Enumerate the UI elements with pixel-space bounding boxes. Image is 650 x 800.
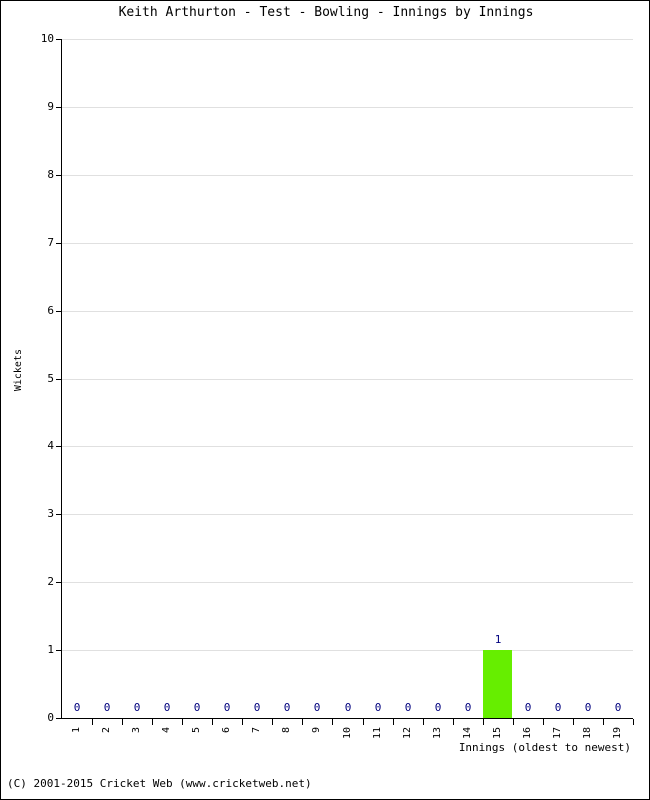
x-axis-tick: [363, 719, 364, 725]
x-axis-tick-label: 4: [161, 727, 172, 734]
gridline-y: [62, 310, 633, 312]
x-axis-tick: [453, 719, 454, 725]
y-axis-tick: [56, 514, 62, 516]
x-axis-tick: [332, 719, 333, 725]
bar-value-label: 1: [494, 633, 502, 646]
x-axis-tick-label: 15: [492, 727, 503, 740]
x-axis-tick: [152, 719, 153, 725]
x-axis-tick: [483, 719, 484, 725]
x-axis-tick: [242, 719, 243, 725]
y-axis-tick-label: 10: [40, 32, 54, 45]
gridline-y: [62, 650, 633, 652]
x-axis-tick-label: 8: [281, 727, 292, 734]
chart-image: Keith Arthurton - Test - Bowling - Innin…: [0, 0, 650, 800]
chart-title: Keith Arthurton - Test - Bowling - Innin…: [118, 5, 534, 20]
x-axis-tick-label: 13: [432, 727, 443, 740]
x-axis-tick-label: 17: [552, 727, 563, 740]
x-axis-line: [62, 718, 633, 719]
y-axis-tick-label: 7: [47, 235, 54, 249]
y-axis-tick: [56, 174, 62, 176]
x-axis-tick-label: 5: [191, 727, 202, 734]
x-axis-tick-label: 3: [131, 727, 142, 734]
x-axis-tick: [603, 719, 604, 725]
y-axis-tick-label: 1: [47, 643, 54, 657]
gridline-y: [62, 514, 633, 516]
gridline-y: [62, 39, 633, 40]
y-axis-tick: [56, 650, 62, 652]
x-axis-tick-label: 12: [402, 727, 413, 740]
gridline-y: [62, 446, 633, 448]
x-axis-tick-label: 14: [462, 727, 473, 740]
y-axis-tick-labels: 0 1 2 3 4 5 6 7 8 9 10: [9, 1, 54, 799]
x-axis-tick-label: 7: [251, 727, 262, 734]
x-axis-tick: [122, 719, 123, 725]
bar-value-label: 0: [614, 701, 622, 714]
x-axis-tick-label: 1: [71, 727, 82, 734]
y-axis-tick: [56, 39, 62, 40]
x-axis-tick: [543, 719, 544, 725]
x-axis-tick: [393, 719, 394, 725]
y-axis-tick-label: 8: [47, 167, 54, 181]
x-axis-tick-label: 9: [311, 727, 322, 734]
x-axis-tick-label: 18: [582, 727, 593, 740]
y-axis-tick: [56, 718, 62, 719]
y-axis-tick-label: 0: [47, 711, 54, 724]
x-axis-tick: [513, 719, 514, 725]
x-axis-tick-label: 19: [612, 727, 623, 740]
x-axis-tick-label: 6: [221, 727, 232, 734]
x-axis-tick: [212, 719, 213, 725]
x-axis-tick: [182, 719, 183, 725]
y-axis-tick: [56, 310, 62, 312]
y-axis-tick-label: 4: [47, 439, 54, 453]
y-axis-tick-label: 9: [47, 99, 54, 113]
x-axis-tick-label: 11: [372, 727, 383, 740]
y-axis-tick: [56, 242, 62, 244]
x-axis-title: Innings (oldest to newest): [458, 741, 631, 754]
x-axis-tick-label: 10: [342, 727, 353, 740]
y-axis-tick: [56, 582, 62, 584]
bar-value-label: 0: [464, 701, 472, 714]
y-axis-tick-label: 5: [47, 371, 54, 385]
gridline-y: [62, 174, 633, 176]
y-axis-tick-label: 6: [47, 303, 54, 317]
plot-area: [62, 39, 633, 718]
copyright-footer: (C) 2001-2015 Cricket Web (www.cricketwe…: [7, 777, 312, 790]
gridline-y: [62, 106, 633, 108]
y-axis-tick-label: 2: [47, 575, 54, 589]
x-axis-tick: [272, 719, 273, 725]
y-axis-tick-label: 3: [47, 507, 54, 521]
x-axis-tick: [633, 719, 634, 725]
x-axis-tick: [302, 719, 303, 725]
gridline-y: [62, 582, 633, 584]
x-axis-tick: [573, 719, 574, 725]
x-axis-tick-label: 2: [101, 727, 112, 734]
x-axis-tick-label: 16: [522, 727, 533, 740]
y-axis-tick: [56, 106, 62, 108]
y-axis-tick: [56, 378, 62, 380]
y-axis-tick: [56, 446, 62, 448]
gridline-y: [62, 378, 633, 380]
gridline-y: [62, 242, 633, 244]
x-axis-tick: [92, 719, 93, 725]
x-axis-tick: [423, 719, 424, 725]
